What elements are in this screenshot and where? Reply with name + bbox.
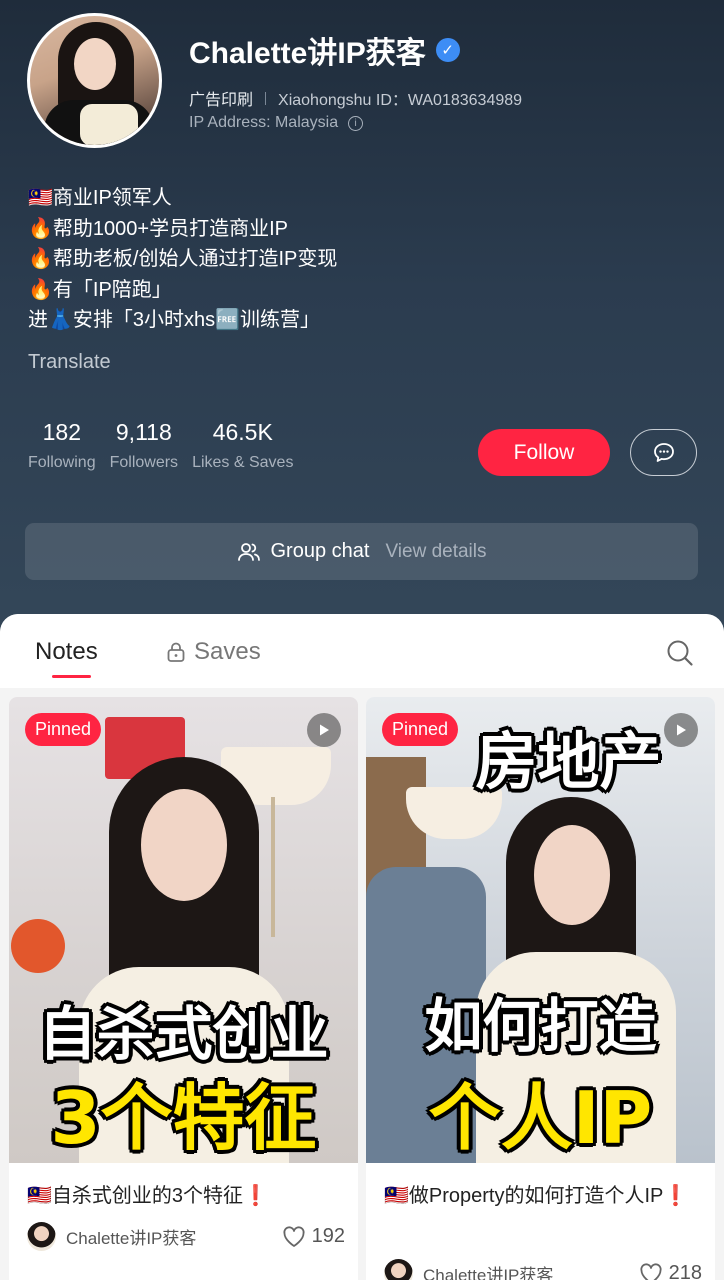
ip-address-row: IP Address: Malaysia i: [189, 114, 364, 132]
note-title[interactable]: 🇲🇾自杀式创业的3个特征❗: [27, 1179, 347, 1214]
pinned-badge: Pinned: [25, 713, 102, 746]
note-card[interactable]: 房地产 如何打造 个人IP Pinned 🇲🇾做Property的如何打造个人I…: [366, 697, 715, 1280]
author-name[interactable]: Chalette讲IP获客: [66, 1224, 196, 1249]
stat-value: 46.5K: [212, 419, 273, 445]
author-name[interactable]: Chalette讲IP获客: [423, 1261, 553, 1280]
like-count: 192: [311, 1225, 345, 1247]
like-button[interactable]: 218: [639, 1262, 702, 1280]
note-meta: Chalette讲IP获客 192: [27, 1222, 345, 1251]
play-icon: [307, 713, 341, 747]
group-users-icon: [237, 542, 260, 561]
note-meta: Chalette讲IP获客 218: [384, 1259, 702, 1280]
cover-caption-line1: 如何打造: [424, 992, 657, 1060]
stat-value: 9,118: [115, 419, 172, 445]
profile-id: Xiaohongshu ID：WA0183634989: [278, 92, 523, 109]
heart-icon: [640, 1262, 662, 1280]
like-button[interactable]: 192: [282, 1225, 345, 1248]
play-icon: [664, 713, 698, 747]
profile-name-row: Chalette讲IP获客 ✓: [189, 28, 460, 72]
translate-link[interactable]: Translate: [28, 351, 111, 374]
profile-stats: 182 Following 9,118 Followers 46.5K Like…: [28, 418, 307, 472]
lock-icon: [167, 642, 185, 662]
bio-line: 🔥帮助1000+学员打造商业IP: [28, 217, 288, 240]
active-tab-indicator: [52, 675, 91, 678]
chat-bubble-icon: [653, 442, 674, 462]
like-count: 218: [668, 1262, 702, 1280]
bio-line: 🇲🇾商业IP领军人: [28, 187, 172, 209]
profile-meta: 广告印刷 Xiaohongshu ID：WA0183634989: [189, 86, 522, 110]
note-cover-image[interactable]: 房地产 如何打造 个人IP Pinned: [366, 697, 715, 1163]
ip-address: IP Address: Malaysia: [189, 114, 339, 131]
meta-divider: [265, 91, 267, 105]
profile-avatar[interactable]: [27, 13, 162, 148]
author-avatar[interactable]: [384, 1259, 413, 1280]
profile-bio: 🇲🇾商业IP领军人 🔥帮助1000+学员打造商业IP 🔥帮助老板/创始人通过打造…: [28, 183, 688, 336]
verified-badge-icon: ✓: [435, 38, 460, 62]
view-details-link[interactable]: View details: [385, 541, 486, 563]
bio-line: 🔥帮助老板/创始人通过打造IP变现: [28, 248, 338, 270]
stat-label: Likes & Saves: [192, 454, 294, 471]
note-cover-image[interactable]: 自杀式创业 3个特征 Pinned: [9, 697, 358, 1163]
stat-label: Following: [28, 454, 96, 471]
profile-category: 广告印刷: [189, 92, 254, 109]
bio-line: 进👗安排「3小时xhs🆓训练营」: [28, 309, 321, 331]
bio-line: 🔥有「IP陪跑」: [28, 278, 172, 301]
heart-icon: [283, 1225, 305, 1247]
follow-button[interactable]: Follow: [478, 429, 610, 476]
message-button[interactable]: [630, 429, 697, 476]
cover-caption-line2: 个人IP: [428, 1076, 653, 1160]
stat-label: Followers: [109, 454, 179, 471]
search-icon[interactable]: [665, 638, 695, 668]
tab-notes[interactable]: Notes: [35, 638, 98, 666]
notes-section: Notes Saves 自杀式创业 3个特征 Pinned 🇲🇾自杀式创业的3个…: [0, 614, 724, 1280]
group-chat-label: Group chat: [270, 540, 370, 562]
note-title[interactable]: 🇲🇾做Property的如何打造个人IP❗: [384, 1179, 704, 1214]
tab-bar: Notes Saves: [0, 614, 724, 688]
author-avatar[interactable]: [27, 1222, 56, 1251]
profile-name: Chalette讲IP获客: [189, 37, 426, 70]
pinned-badge: Pinned: [382, 713, 459, 746]
note-card[interactable]: 自杀式创业 3个特征 Pinned 🇲🇾自杀式创业的3个特征❗ Chalette…: [9, 697, 358, 1280]
tab-saves-label: Saves: [194, 638, 261, 665]
cover-caption-line2: 3个特征: [50, 1076, 317, 1160]
stat-likes-saves[interactable]: 46.5K Likes & Saves: [192, 418, 293, 472]
stat-value: 182: [42, 419, 81, 445]
stat-following[interactable]: 182 Following: [28, 418, 96, 472]
profile-header: Chalette讲IP获客 ✓ 广告印刷 Xiaohongshu ID：WA01…: [0, 0, 724, 640]
group-chat-banner[interactable]: Group chat View details: [25, 523, 698, 580]
tab-saves[interactable]: Saves: [166, 638, 261, 666]
info-icon[interactable]: i: [348, 115, 364, 131]
stat-followers[interactable]: 9,118 Followers: [110, 418, 178, 472]
